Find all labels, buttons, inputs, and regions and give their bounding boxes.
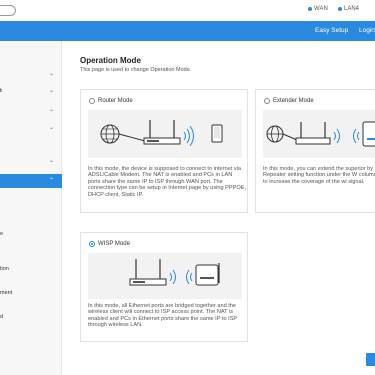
sidebar-item-4[interactable]: ⌄ [0,121,62,135]
wifi-waves-icon [186,269,193,285]
chevron-down-icon: ⌄ [48,71,54,77]
chevron-up-icon: ⌃ [48,178,54,184]
router-icon [129,259,167,286]
chevron-down-icon: ⌄ [48,107,54,113]
wan-status-label: WAN [314,6,328,12]
chevron-down-icon: ⌄ [48,125,54,131]
sidebar: ⌄ t ⌄ ⌄ ⌄ ⌄ ⌃ e tion ment d [0,41,62,375]
wisp-mode-description: In this mode, all Ethernet ports are bri… [88,303,238,329]
lan-status-label: LAN4 [344,6,360,12]
page-title: Operation Mode [80,56,141,65]
wifi-waves-icon [333,128,340,144]
page-description: This page is used to change Operation Mo… [80,67,192,73]
lan-status: LAN4 [338,6,359,12]
access-point-icon [195,263,220,286]
router-mode-description: In this mode, the device is supposed to … [88,166,246,198]
wisp-mode-label: WISP Mode [98,241,130,247]
sidebar-item-5[interactable]: ⌄ [0,154,62,168]
login-link[interactable]: Login [359,27,375,34]
wisp-mode-illustration [88,253,242,299]
extender-mode-description: In this mode, you can extend the superio… [263,166,375,185]
save-button[interactable] [366,353,375,366]
router-icon [143,120,181,145]
wifi-waves-icon [353,128,360,144]
sidebar-sub-item[interactable]: d [0,314,3,320]
sidebar-item-active[interactable]: ⌃ [0,174,62,188]
sidebar-item-label: t [0,88,2,94]
sidebar-sub-item[interactable]: ment [0,290,12,296]
main-content: Operation Mode This page is used to chan… [63,41,375,375]
router-mode-illustration [88,110,242,158]
sidebar-sub-item-operation-mode[interactable]: tion [0,266,9,272]
router-mode-card[interactable]: Router Mode In this mode, the device is … [80,89,248,213]
wisp-mode-radio[interactable] [89,241,95,247]
wisp-mode-diagram [129,259,220,286]
wan-status: WAN [308,6,328,12]
wifi-waves-icon [169,269,176,285]
sidebar-item-2[interactable]: t ⌄ [0,84,62,98]
extender-mode-card[interactable]: Extender Mode In this mode, you can exte… [255,89,375,213]
globe-icon [100,124,120,144]
chevron-down-icon: ⌄ [48,158,54,164]
phone-icon [211,124,223,143]
chevron-down-icon: ⌄ [48,88,54,94]
top-bar: WAN LAN4 [0,0,375,21]
extender-icon [362,121,375,147]
extender-mode-diagram [266,121,375,147]
extender-mode-label: Extender Mode [273,98,314,104]
router-mode-label: Router Mode [98,98,133,104]
wan-status-dot-icon [308,7,312,11]
router-icon [295,122,331,145]
lan-status-dot-icon [338,7,342,11]
extender-mode-illustration [263,110,375,158]
sidebar-item-3[interactable]: ⌄ [0,103,62,117]
router-mode-diagram [100,120,223,147]
sidebar-item-1[interactable]: ⌄ [0,67,62,81]
globe-icon [266,125,284,143]
sidebar-sub-item[interactable]: e [0,231,3,237]
wifi-waves-icon [183,125,194,147]
wisp-mode-card[interactable]: WISP Mode In this mode, all Ethernet por… [80,232,248,342]
brand-logo [0,5,16,16]
easy-setup-link[interactable]: Easy Setup [315,27,348,34]
extender-mode-radio[interactable] [264,98,270,104]
router-mode-radio[interactable] [89,98,95,104]
nav-bar: Easy Setup Login [0,21,375,41]
